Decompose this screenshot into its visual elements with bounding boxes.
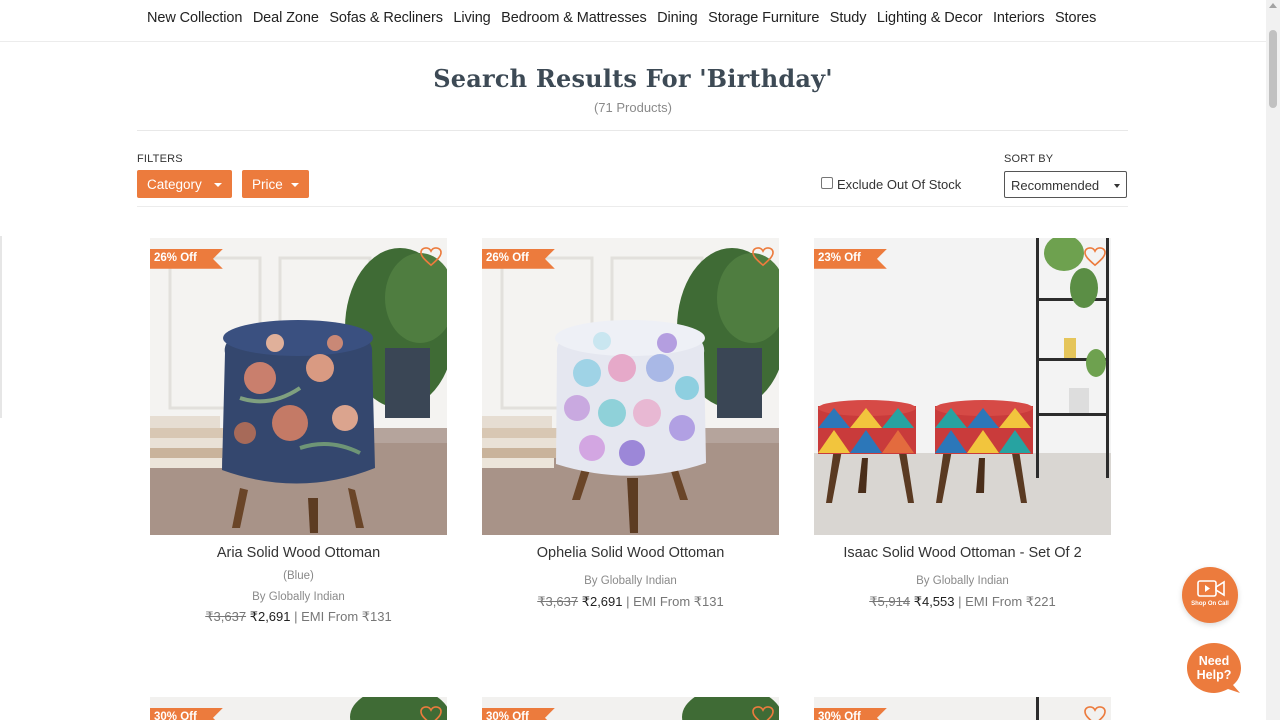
shop-on-call-button[interactable]: Shop On Call	[1182, 567, 1238, 623]
heart-wishlist-icon[interactable]	[420, 247, 442, 267]
chevron-down-icon	[214, 183, 222, 187]
nav-item-interiors[interactable]: Interiors	[993, 10, 1045, 26]
product-brand: By Globally Indian	[252, 591, 345, 603]
discount-badge: 23% Off	[814, 249, 887, 269]
category-filter-button[interactable]: Category	[137, 170, 232, 198]
ottoman-blue-floral-image	[150, 238, 447, 535]
nav-item-storage-furniture[interactable]: Storage Furniture	[708, 10, 819, 26]
shop-on-call-label: Shop On Call	[1191, 601, 1229, 607]
product-card[interactable]: 26% Off Ophelia Solid Wood Ottoman By Gl…	[482, 238, 779, 610]
page-scrollbar[interactable]	[1266, 0, 1280, 720]
discount-badge-text: 23% Off	[818, 252, 861, 264]
header-divider	[137, 130, 1128, 131]
product-name[interactable]: Ophelia Solid Wood Ottoman	[482, 545, 779, 561]
product-sale-price: ₹2,691	[581, 594, 623, 609]
left-edge-panel	[0, 236, 2, 418]
sort-by-value: Recommended	[1011, 178, 1100, 193]
product-card[interactable]: 30% Off	[814, 697, 1111, 720]
nav-item-study[interactable]: Study	[830, 10, 867, 26]
nav-item-bedroom-mattresses[interactable]: Bedroom & Mattresses	[501, 10, 647, 26]
product-name[interactable]: Isaac Solid Wood Ottoman - Set Of 2	[814, 545, 1111, 561]
ottoman-set-geometric-image	[814, 238, 1111, 535]
discount-badge-text: 30% Off	[486, 711, 529, 720]
product-mrp: ₹5,914	[869, 594, 911, 609]
need-help-label: Need Help?	[1196, 654, 1232, 682]
need-help-chat-button[interactable]: Need Help?	[1186, 642, 1242, 694]
heart-wishlist-icon[interactable]	[1084, 247, 1106, 267]
sort-by-select[interactable]: Recommended	[1004, 171, 1127, 198]
product-sale-price: ₹2,691	[249, 609, 291, 624]
product-mrp: ₹3,637	[205, 609, 247, 624]
price-filter-button[interactable]: Price	[242, 170, 309, 198]
product-image[interactable]: 23% Off	[814, 238, 1111, 535]
exclude-out-of-stock-toggle[interactable]: Exclude Out Of Stock	[821, 177, 961, 192]
filters-divider	[137, 206, 1128, 207]
heart-wishlist-icon[interactable]	[420, 706, 442, 720]
product-count: (71 Products)	[593, 100, 673, 115]
discount-badge: 30% Off	[814, 708, 887, 720]
product-emi: | EMI From ₹131	[290, 609, 392, 624]
discount-badge: 26% Off	[482, 249, 555, 269]
video-camera-icon	[1197, 580, 1225, 597]
product-brand: By Globally Indian	[916, 575, 1009, 587]
product-sale-price: ₹4,553	[913, 594, 955, 609]
filters-label: FILTERS	[137, 153, 183, 165]
sort-by-label: SORT BY	[1004, 153, 1054, 165]
main-navigation: New Collection Deal Zone Sofas & Recline…	[0, 0, 1266, 42]
product-image[interactable]: 26% Off	[482, 238, 779, 535]
product-price: ₹5,914 ₹4,553 | EMI From ₹221	[814, 594, 1111, 610]
product-emi: | EMI From ₹221	[954, 594, 1056, 609]
discount-badge: 30% Off	[150, 708, 223, 720]
chevron-down-icon	[291, 183, 299, 187]
product-card[interactable]: 26% Off Aria Solid Wood Ottoman (Blue) B…	[150, 238, 447, 625]
product-card[interactable]: 30% Off	[150, 697, 447, 720]
exclude-out-of-stock-label: Exclude Out Of Stock	[837, 177, 962, 192]
exclude-out-of-stock-checkbox[interactable]	[821, 177, 833, 189]
nav-item-living[interactable]: Living	[453, 10, 490, 26]
discount-badge-text: 26% Off	[486, 252, 529, 264]
nav-item-deal-zone[interactable]: Deal Zone	[253, 10, 319, 26]
nav-item-dining[interactable]: Dining	[657, 10, 698, 26]
product-mrp: ₹3,637	[537, 594, 579, 609]
nav-item-sofas-recliners[interactable]: Sofas & Recliners	[329, 10, 443, 26]
product-brand: By Globally Indian	[584, 575, 677, 587]
heart-wishlist-icon[interactable]	[1084, 706, 1106, 720]
product-card[interactable]: 30% Off	[482, 697, 779, 720]
product-card[interactable]: 23% Off Isaac Solid Wood Ottoman - Set O…	[814, 238, 1111, 610]
product-price: ₹3,637 ₹2,691 | EMI From ₹131	[482, 594, 779, 610]
category-filter-label: Category	[147, 177, 202, 192]
nav-item-new-collection[interactable]: New Collection	[147, 10, 242, 26]
chevron-down-icon	[1114, 184, 1120, 188]
page-title: Search Results For 'Birthday'	[433, 64, 833, 93]
nav-item-lighting-decor[interactable]: Lighting & Decor	[877, 10, 983, 26]
discount-badge-text: 30% Off	[154, 711, 197, 720]
nav-item-stores[interactable]: Stores	[1055, 10, 1096, 26]
product-name[interactable]: Aria Solid Wood Ottoman	[150, 545, 447, 561]
discount-badge-text: 30% Off	[818, 711, 861, 720]
ottoman-pastel-moroccan-image	[482, 238, 779, 535]
product-variant: (Blue)	[283, 570, 314, 582]
heart-wishlist-icon[interactable]	[752, 247, 774, 267]
discount-badge: 26% Off	[150, 249, 223, 269]
discount-badge-text: 26% Off	[154, 252, 197, 264]
product-emi: | EMI From ₹131	[622, 594, 724, 609]
price-filter-label: Price	[252, 177, 283, 192]
heart-wishlist-icon[interactable]	[752, 706, 774, 720]
scrollbar-thumb[interactable]	[1269, 30, 1277, 108]
scroll-up-arrow-icon[interactable]	[1269, 3, 1277, 8]
product-image[interactable]: 26% Off	[150, 238, 447, 535]
product-price: ₹3,637 ₹2,691 | EMI From ₹131	[150, 609, 447, 625]
discount-badge: 30% Off	[482, 708, 555, 720]
